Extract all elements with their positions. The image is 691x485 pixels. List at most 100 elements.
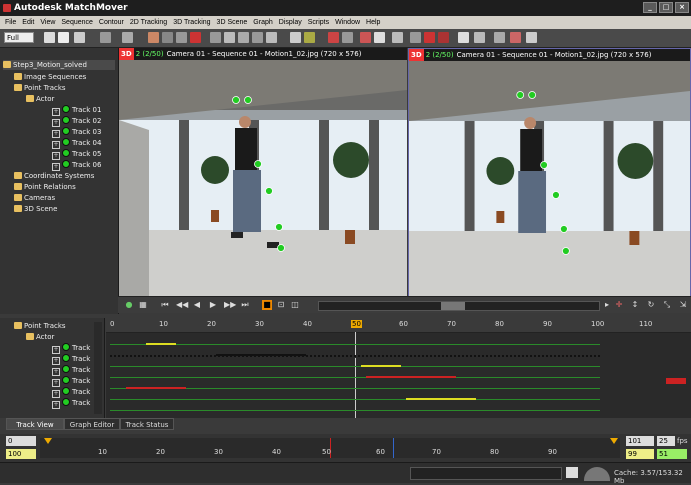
viewport-scrollbar[interactable] [318, 301, 600, 311]
track-tree-track[interactable]: + Track [52, 376, 90, 387]
tree-cameras[interactable]: Cameras [14, 193, 55, 203]
track-tree-track[interactable]: + Track [52, 343, 90, 354]
loop-icon[interactable]: ■ [262, 300, 272, 310]
viewport-left[interactable]: 3D 2 (2/50) Camera 01 - Sequence 01 - Moti… [119, 48, 407, 296]
track-tree-track[interactable]: + Track [52, 365, 90, 376]
range-end-handle[interactable] [610, 438, 618, 444]
record-icon[interactable] [190, 32, 201, 43]
pin-icon[interactable] [424, 32, 435, 43]
timeline-track[interactable]: 10 20 30 40 50 60 70 80 90 [40, 438, 620, 458]
new-file-icon[interactable] [44, 32, 55, 43]
step-forward-icon[interactable]: ▶▶ [224, 300, 236, 310]
viewport-right[interactable]: 3D 2 (2/50) Camera 01 - Sequence 01 - Moti… [408, 48, 691, 297]
zoom-select[interactable]: Full [4, 32, 34, 43]
playhead-blue[interactable] [393, 438, 394, 458]
path-tool-icon[interactable] [252, 32, 263, 43]
move-vertical-icon[interactable]: ↕ [630, 300, 640, 310]
go-end-icon[interactable]: ⏭ [240, 300, 250, 310]
pin-multi-icon[interactable] [438, 32, 449, 43]
tree-image-sequences[interactable]: Image Sequences [14, 72, 86, 82]
scrollbar-thumb[interactable] [441, 302, 465, 310]
tree-track-01[interactable]: + Track 01 [52, 105, 101, 116]
edit-icon[interactable] [566, 467, 578, 478]
track-tree-track[interactable]: + Track [52, 354, 90, 365]
curve-tool-icon[interactable] [224, 32, 235, 43]
track-tree-track[interactable]: + Track [52, 387, 90, 398]
undo-icon[interactable] [100, 32, 111, 43]
menu-window[interactable]: Window [332, 19, 363, 26]
panel-icon[interactable] [458, 32, 469, 43]
tree-track-02[interactable]: + Track 02 [52, 116, 101, 127]
display-mode-icon[interactable]: ▦ [138, 300, 148, 310]
redo-icon[interactable] [122, 32, 133, 43]
menu-3d-tracking[interactable]: 3D Tracking [170, 19, 213, 26]
current-frame-field[interactable]: 51 [657, 449, 687, 459]
track-tree-point-tracks[interactable]: Point Tracks [14, 321, 66, 331]
menu-help[interactable]: Help [363, 19, 383, 26]
step-back-icon[interactable]: ◀◀ [176, 300, 188, 310]
menu-edit[interactable]: Edit [19, 19, 37, 26]
marker-icon[interactable] [360, 32, 371, 43]
pen-icon[interactable] [374, 32, 385, 43]
tree-track-06[interactable]: + Track 06 [52, 160, 101, 171]
track-icon[interactable] [162, 32, 173, 43]
settings-icon[interactable] [510, 32, 521, 43]
track-view[interactable]: 0 10 20 30 40 50 60 70 80 90 100 110 [106, 318, 691, 418]
tree-root[interactable]: Step3_Motion_solved [3, 60, 115, 70]
menu-graph[interactable]: Graph [250, 19, 275, 26]
snapshot-icon[interactable]: ◫ [290, 300, 300, 310]
scale-icon[interactable]: ⤡ [662, 300, 672, 310]
tools-dropdown-icon[interactable] [410, 32, 421, 43]
node-tool-icon[interactable] [266, 32, 277, 43]
menu-contour[interactable]: Contour [96, 19, 127, 26]
tree-actor[interactable]: Actor [26, 94, 54, 104]
menu-sequence[interactable]: Sequence [58, 19, 96, 26]
range-icon[interactable]: ⊡ [276, 300, 286, 310]
orient-icon[interactable]: ⇲ [678, 300, 688, 310]
line-tool-icon[interactable] [210, 32, 221, 43]
range-start-handle[interactable] [44, 438, 52, 444]
tree-coordinate-systems[interactable]: Coordinate Systems [14, 171, 94, 181]
film-icon[interactable] [148, 32, 159, 43]
track-forward-icon[interactable] [304, 32, 315, 43]
save-icon[interactable] [74, 32, 85, 43]
start-frame-field[interactable]: 0 [6, 436, 36, 446]
tool-icon[interactable] [176, 32, 187, 43]
start-value-field[interactable]: 100 [6, 449, 36, 459]
tree-track-03[interactable]: + Track 03 [52, 127, 101, 138]
track-tree-scrollbar[interactable] [94, 322, 102, 414]
go-start-icon[interactable]: ⏮ [160, 300, 170, 310]
tree-3d-scene[interactable]: 3D Scene [14, 204, 57, 214]
magic-wand-icon[interactable] [290, 32, 301, 43]
fps-field[interactable]: 25 [657, 436, 675, 446]
menu-scripts[interactable]: Scripts [305, 19, 332, 26]
menu-3d-scene[interactable]: 3D Scene [214, 19, 251, 26]
menu-view[interactable]: View [37, 19, 58, 26]
open-file-icon[interactable] [58, 32, 69, 43]
close-button[interactable]: × [675, 2, 689, 13]
track-tree-actor[interactable]: Actor [26, 332, 54, 342]
menu-file[interactable]: File [2, 19, 19, 26]
help-icon[interactable] [526, 32, 537, 43]
end-value-field[interactable]: 99 [626, 449, 654, 459]
menu-2d-tracking[interactable]: 2D Tracking [127, 19, 170, 26]
tab-track-view[interactable]: Track View [6, 418, 64, 430]
maximize-button[interactable]: □ [659, 2, 673, 13]
tree-track-04[interactable]: + Track 04 [52, 138, 101, 149]
play-back-icon[interactable]: ◀ [192, 300, 202, 310]
solve-icon[interactable] [328, 32, 339, 43]
tree-point-relations[interactable]: Point Relations [14, 182, 76, 192]
tab-graph-editor[interactable]: Graph Editor [64, 418, 120, 430]
minimize-button[interactable]: _ [643, 2, 657, 13]
spline-tool-icon[interactable] [238, 32, 249, 43]
globe-icon[interactable]: ● [124, 300, 134, 310]
grid-icon[interactable] [494, 32, 505, 43]
scroll-right-icon[interactable]: ▸ [602, 300, 612, 310]
play-icon[interactable]: ▶ [208, 300, 218, 310]
layout-icon[interactable] [474, 32, 485, 43]
tree-track-05[interactable]: + Track 05 [52, 149, 101, 160]
cube-icon[interactable] [392, 32, 403, 43]
track-tree-track[interactable]: + Track [52, 398, 90, 409]
tree-point-tracks[interactable]: Point Tracks [14, 83, 66, 93]
menu-display[interactable]: Display [276, 19, 305, 26]
